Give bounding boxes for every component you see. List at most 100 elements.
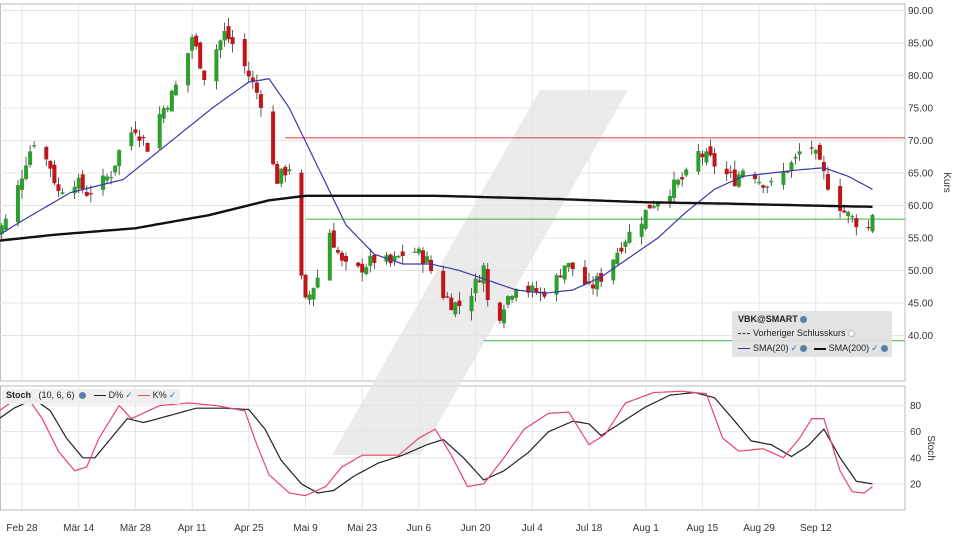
candle-down <box>542 291 547 297</box>
dash-icon <box>738 333 750 335</box>
info-icon[interactable] <box>79 392 87 400</box>
price-tick-label: 90.00 <box>908 6 933 17</box>
candle-down <box>283 166 288 176</box>
candle-up <box>623 241 628 247</box>
pink-line-icon <box>137 395 150 397</box>
x-tick-label: Aug 29 <box>743 523 775 534</box>
candle-down <box>242 39 247 67</box>
info-icon[interactable] <box>800 345 808 353</box>
candle-up <box>672 179 677 199</box>
candle-up <box>161 108 166 119</box>
candle-down <box>647 204 652 209</box>
candle-down <box>866 227 871 229</box>
check-icon[interactable]: ✓ <box>169 390 177 400</box>
candle-up <box>109 177 114 179</box>
x-tick-label: Apr 25 <box>234 523 264 534</box>
candle-down <box>497 302 502 321</box>
candle-down <box>275 163 280 184</box>
check-icon[interactable]: ✓ <box>871 343 879 353</box>
candle-up <box>311 288 316 300</box>
stoch-tick-label: 60 <box>910 427 922 438</box>
candle-down <box>80 174 85 190</box>
candle-down <box>700 153 705 158</box>
candle-up <box>113 165 118 173</box>
candle-up <box>315 277 320 288</box>
candle-down <box>335 249 340 253</box>
price-axis-label: Kurs <box>941 172 952 193</box>
candle-up <box>20 178 24 190</box>
candle-down <box>680 177 685 180</box>
candle-down <box>724 168 729 175</box>
candle-up <box>639 223 644 237</box>
candle-down <box>331 230 336 248</box>
candle-down <box>141 136 146 139</box>
candle-down <box>441 270 446 299</box>
x-tick-label: Mai 23 <box>347 523 377 534</box>
candle-up <box>696 151 701 172</box>
check-icon[interactable]: ✓ <box>125 390 133 400</box>
candle-up <box>668 195 672 202</box>
candle-up <box>850 216 855 218</box>
x-tick-label: Mai 9 <box>293 523 318 534</box>
candle-up <box>287 169 292 172</box>
candle-down <box>582 267 587 285</box>
candle-up <box>425 256 429 263</box>
candle-down <box>457 300 462 307</box>
info-icon[interactable] <box>880 345 888 353</box>
candle-down <box>712 153 717 167</box>
info-icon <box>799 316 807 324</box>
candle-down <box>194 35 199 47</box>
candle-up <box>769 181 774 183</box>
candle-up <box>24 165 29 180</box>
check-icon[interactable]: ✓ <box>791 343 799 353</box>
price-tick-label: 50.00 <box>908 266 933 277</box>
candle-down <box>145 143 150 152</box>
toggle-icon[interactable] <box>847 330 855 338</box>
candle-down <box>344 256 348 262</box>
candle-up <box>813 149 818 154</box>
candle-up <box>28 151 33 165</box>
candle-down <box>52 164 57 184</box>
candle-up <box>789 162 794 171</box>
x-tick-label: Aug 1 <box>633 523 660 534</box>
candle-down <box>825 174 830 190</box>
candle-down <box>854 218 859 228</box>
candle-down <box>570 262 575 270</box>
price-tick-label: 75.00 <box>908 104 933 115</box>
candle-down <box>400 251 405 256</box>
candle-up <box>169 90 174 112</box>
stoch-tick-label: 40 <box>910 453 922 464</box>
price-tick-label: 70.00 <box>908 136 933 147</box>
candle-up <box>627 231 632 243</box>
candle-up <box>651 206 656 208</box>
candle-up <box>562 265 567 280</box>
candle-down <box>198 42 203 69</box>
candle-up <box>566 262 571 268</box>
candle-up <box>765 186 770 188</box>
candle-up <box>327 232 332 281</box>
candle-down <box>88 193 93 195</box>
candle-up <box>530 285 535 291</box>
candle-down <box>708 146 713 156</box>
candle-down <box>230 37 235 45</box>
candle-down <box>246 70 251 77</box>
candle-down <box>226 26 231 40</box>
candle-down <box>254 82 259 93</box>
candle-down <box>360 263 365 273</box>
price-tick-label: 80.00 <box>908 71 933 82</box>
x-tick-label: Mär 14 <box>63 523 95 534</box>
price-legend: VBK@SMART Vorheriger Schlusskurs SMA(20)… <box>732 311 892 357</box>
candle-down <box>372 254 377 263</box>
price-tick-label: 60.00 <box>908 201 933 212</box>
x-tick-label: Jul 4 <box>522 523 544 534</box>
chart-area: Feb 28 Mär 14 Mär 28 Apr 11 Apr 25 Mai 9 Mai 2… <box>0 0 960 540</box>
candle-up <box>157 113 162 149</box>
candle-up <box>416 248 421 254</box>
candle-up <box>473 278 478 294</box>
d-series-label: D% <box>108 390 124 400</box>
candle-down <box>420 250 425 264</box>
candle-down <box>445 296 450 298</box>
candle-up <box>173 84 178 96</box>
candle-down <box>133 129 138 133</box>
candle-up <box>704 151 709 163</box>
